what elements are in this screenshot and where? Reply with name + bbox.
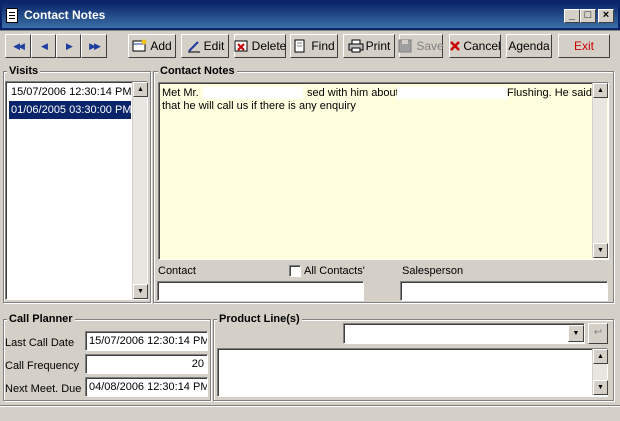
previous-record-button[interactable]: ◀	[31, 34, 56, 58]
call-frequency-input[interactable]: 20	[85, 354, 208, 374]
notes-text-part3: Flushing. He said	[507, 87, 592, 99]
contact-input[interactable]	[157, 281, 364, 301]
product-lines-scrollbar[interactable]: ▲ ▼	[592, 349, 608, 395]
dropdown-arrow-icon[interactable]: ▼	[568, 325, 584, 342]
print-button-label: Print	[365, 39, 391, 53]
scroll-up-arrow-icon[interactable]: ▲	[133, 82, 148, 97]
contact-notes-textarea[interactable]: Met Mr. sed with him about Flushing. He …	[158, 82, 609, 260]
call-frequency-label: Call Frequency	[5, 360, 79, 372]
last-record-button[interactable]: ▶▶	[81, 34, 107, 58]
save-button[interactable]: Save	[398, 34, 444, 58]
contact-label: Contact	[158, 265, 196, 277]
printer-icon	[348, 39, 364, 53]
product-line-action-icon[interactable]: ↩	[588, 323, 608, 344]
salesperson-input[interactable]	[400, 281, 608, 301]
salesperson-label: Salesperson	[402, 265, 464, 277]
visits-label: Visits	[7, 65, 41, 77]
close-button[interactable]: ×	[598, 9, 614, 23]
last-call-date-input[interactable]: 15/07/2006 12:30:14 PM	[85, 331, 208, 351]
maximize-button[interactable]: □	[580, 9, 596, 23]
find-button-label: Find	[311, 39, 335, 53]
next-record-button[interactable]: ▶	[56, 34, 81, 58]
find-icon	[293, 39, 309, 53]
notes-text-part1: Met Mr.	[162, 87, 199, 99]
find-button[interactable]: Find	[290, 34, 338, 58]
add-button[interactable]: Add	[128, 34, 176, 58]
status-divider-highlight	[0, 406, 620, 407]
floppy-disk-icon	[398, 39, 414, 53]
all-contacts-checkbox[interactable]	[289, 265, 301, 277]
pencil-icon	[186, 39, 202, 53]
minimize-button[interactable]: _	[564, 9, 580, 23]
cancel-button[interactable]: Cancel	[449, 34, 501, 58]
notes-scroll-up-arrow-icon[interactable]: ▲	[593, 83, 608, 98]
visits-scrollbar[interactable]: ▲ ▼	[132, 82, 148, 299]
notes-scroll-down-arrow-icon[interactable]: ▼	[593, 243, 608, 258]
product-line-dropdown[interactable]: ▼	[343, 323, 585, 344]
last-call-date-label: Last Call Date	[5, 337, 75, 349]
delete-button[interactable]: Delete	[234, 34, 286, 58]
add-button-label: Add	[150, 39, 172, 53]
next-meet-due-value: 04/08/2006 12:30:14 PM	[89, 381, 207, 393]
product-lines-list[interactable]: ▲ ▼	[217, 348, 608, 397]
edit-button-label: Edit	[203, 39, 225, 53]
contact-notes-label: Contact Notes	[158, 65, 237, 77]
product-scroll-up-arrow-icon[interactable]: ▲	[593, 349, 608, 364]
call-frequency-value: 20	[191, 358, 204, 370]
cancel-button-label: Cancel	[463, 39, 501, 53]
next-meet-due-label: Next Meet. Due	[5, 383, 82, 395]
all-contacts-label: All Contacts'	[304, 265, 365, 277]
edit-button[interactable]: Edit	[181, 34, 229, 58]
notes-scrollbar[interactable]: ▲ ▼	[592, 83, 608, 258]
product-lines-label: Product Line(s)	[217, 313, 302, 325]
cancel-x-icon	[449, 39, 461, 53]
save-button-label: Save	[416, 39, 444, 53]
notes-text-line2: that he will call us if there is any enq…	[162, 100, 356, 112]
product-scroll-down-arrow-icon[interactable]: ▼	[593, 380, 608, 395]
add-record-icon	[132, 39, 148, 53]
exit-button[interactable]: Exit	[558, 34, 610, 58]
next-meet-due-input[interactable]: 04/08/2006 12:30:14 PM	[85, 377, 208, 397]
window-title: Contact Notes	[24, 8, 106, 22]
redacted-text-1	[203, 87, 303, 99]
title-bar[interactable]: Contact Notes _ □ ×	[0, 0, 620, 30]
scroll-down-arrow-icon[interactable]: ▼	[133, 284, 148, 299]
visit-item-2-selected[interactable]: 01/06/2005 03:30:00 PM	[9, 101, 131, 119]
delete-button-label: Delete	[251, 39, 287, 53]
call-planner-label: Call Planner	[7, 313, 75, 325]
notepad-icon	[6, 8, 18, 23]
last-call-date-value: 15/07/2006 12:30:14 PM	[89, 335, 207, 347]
delete-record-icon	[234, 39, 250, 53]
visit-item-1[interactable]: 15/07/2006 12:30:14 PM	[9, 83, 131, 101]
print-button[interactable]: Print	[343, 34, 395, 58]
visits-list[interactable]: 15/07/2006 12:30:14 PM 01/06/2005 03:30:…	[5, 81, 148, 300]
redacted-text-2	[397, 87, 507, 99]
first-record-button[interactable]: ◀◀	[5, 34, 31, 58]
notes-text-part2: sed with him about	[307, 87, 399, 99]
toolbar-divider	[0, 30, 620, 31]
agenda-button[interactable]: Agenda	[506, 34, 552, 58]
